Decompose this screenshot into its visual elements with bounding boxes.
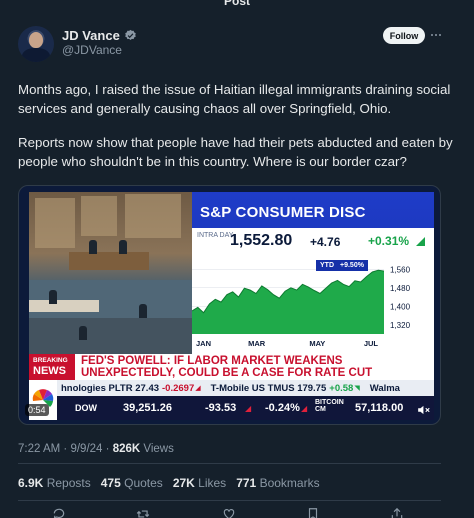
- tweet-meta: 7:22 AM · 9/9/24 · 826K Views: [18, 443, 174, 455]
- quotes-label: Quotes: [124, 476, 163, 490]
- ytd-chart: 1,560 1,480 1,400 1,320 JAN MAR MAY JUL YTD +9.…: [192, 256, 434, 354]
- bitcoin-label-line: BITCOIN: [315, 399, 344, 406]
- news-ticker-area: BREAKING NEWS FED'S POWELL: IF LABOR MAR…: [29, 354, 434, 420]
- ticker-change: +0.58: [329, 382, 354, 394]
- x-tick-label: JAN: [196, 339, 211, 348]
- repost-icon[interactable]: [136, 507, 150, 518]
- bookmarks-stat[interactable]: 771 Bookmarks: [236, 476, 319, 490]
- bookmarks-count: 771: [236, 476, 257, 490]
- likes-label: Likes: [198, 476, 227, 490]
- avatar[interactable]: [18, 26, 54, 62]
- post-date[interactable]: 9/9/24: [70, 443, 102, 455]
- top-bar: Post: [0, 0, 474, 8]
- news-headline: FED'S POWELL: IF LABOR MARKET WEAKENS UN…: [75, 354, 434, 380]
- likes-count: 27K: [172, 476, 195, 490]
- like-icon[interactable]: [222, 507, 236, 518]
- dow-pct: -0.24%: [265, 402, 300, 414]
- ticker-change: -0.2697: [162, 382, 195, 394]
- bookmarks-label: Bookmarks: [259, 476, 320, 490]
- market-graphic: S&P CONSUMER DISC INTRA DAY 1,552.80 +4.…: [192, 192, 434, 354]
- news-label: NEWS: [33, 365, 66, 377]
- reply-icon[interactable]: [52, 507, 66, 518]
- down-arrow-icon: ◢: [301, 404, 308, 413]
- ytd-badge: YTD +9.50%: [316, 260, 368, 271]
- up-arrow-icon: [416, 237, 425, 246]
- y-tick-label: 1,560: [390, 265, 411, 274]
- tweet-text: Months ago, I raised the issue of Haitia…: [18, 80, 458, 186]
- dow-label: DOW: [75, 403, 97, 413]
- x-tick-label: MAR: [248, 339, 266, 348]
- divider: [18, 463, 441, 464]
- more-options-icon[interactable]: [430, 29, 442, 41]
- meta-separator: ·: [105, 443, 110, 455]
- stock-ticker: hnologies PLTR 27.43 -0.2697 ◢ T-Mobile …: [29, 380, 434, 396]
- reposts-count: 6.9K: [18, 476, 44, 490]
- mute-icon[interactable]: [417, 404, 431, 416]
- x-tick-label: MAY: [309, 339, 325, 348]
- video-timestamp: 0:54: [25, 404, 49, 416]
- verified-badge-icon: [125, 29, 136, 40]
- index-change: +4.76: [310, 235, 341, 249]
- bitcoin-value: 57,118.00: [355, 402, 404, 414]
- graphic-title: S&P CONSUMER DISC: [200, 204, 366, 221]
- breaking-label: BREAKING: [33, 357, 68, 364]
- bookmark-icon[interactable]: [306, 507, 320, 518]
- ticker-item: hnologies PLTR 27.43: [61, 382, 160, 394]
- tweet-paragraph: Months ago, I raised the issue of Haitia…: [18, 82, 451, 116]
- divider: [18, 500, 441, 501]
- views-count: 826K: [112, 443, 141, 455]
- up-arrow-icon: ◥: [354, 385, 360, 392]
- video-player[interactable]: S&P CONSUMER DISC INTRA DAY 1,552.80 +4.…: [18, 185, 441, 425]
- quotes-count: 475: [100, 476, 121, 490]
- dow-change: -93.53: [205, 402, 237, 414]
- reposts-stat[interactable]: 6.9K Reposts: [18, 476, 91, 490]
- intraday-label: INTRA DAY: [197, 232, 234, 239]
- down-arrow-icon: ◢: [195, 385, 201, 392]
- index-price: 1,552.80: [230, 232, 293, 249]
- chart-svg: 1,560 1,480 1,400 1,320 JAN MAR MAY JUL: [192, 265, 411, 348]
- author-name[interactable]: JD Vance: [62, 28, 120, 43]
- breaking-news-badge: BREAKING NEWS: [29, 354, 75, 380]
- ticker-item: Walma: [369, 382, 400, 394]
- follow-button[interactable]: Follow: [383, 27, 425, 44]
- share-icon[interactable]: [390, 507, 404, 518]
- action-bar: [18, 505, 441, 518]
- bitcoin-label: BITCOIN CM: [315, 399, 344, 413]
- hearing-room-video: [29, 192, 192, 354]
- y-tick-label: 1,480: [390, 284, 411, 293]
- author-name-row: JD Vance: [62, 28, 137, 43]
- ytd-label: YTD: [320, 262, 334, 269]
- reposts-label: Reposts: [46, 476, 91, 490]
- ticker-item: T-Mobile US TMUS 179.75: [210, 382, 327, 394]
- y-tick-label: 1,320: [390, 321, 411, 330]
- index-pct: +0.31%: [368, 234, 410, 248]
- post-time[interactable]: 7:22 AM: [18, 443, 60, 455]
- page-title: Post: [223, 0, 251, 8]
- quote-strip: INTRA DAY 1,552.80 +4.76 +0.31%: [192, 228, 434, 256]
- engagement-stats: 6.9K Reposts 475 Quotes 27K Likes 771 Bo…: [18, 476, 320, 490]
- dow-value: 39,251.26: [123, 402, 172, 414]
- quotes-stat[interactable]: 475 Quotes: [101, 476, 163, 490]
- down-arrow-icon: ◢: [245, 404, 252, 413]
- x-tick-label: JUL: [364, 339, 379, 348]
- views-label: Views: [143, 443, 174, 455]
- likes-stat[interactable]: 27K Likes: [173, 476, 226, 490]
- y-tick-label: 1,400: [390, 302, 411, 311]
- tweet-paragraph: Reports now show that people have had th…: [18, 135, 453, 169]
- ytd-value: +9.50%: [340, 262, 364, 269]
- author-handle[interactable]: @JDVance: [62, 43, 122, 57]
- index-ticker: DOW 39,251.26 -93.53 ◢ -0.24% ◢ BITCOIN C…: [57, 396, 434, 420]
- bitcoin-label-line: CM: [315, 406, 326, 413]
- meta-separator: ·: [63, 443, 68, 455]
